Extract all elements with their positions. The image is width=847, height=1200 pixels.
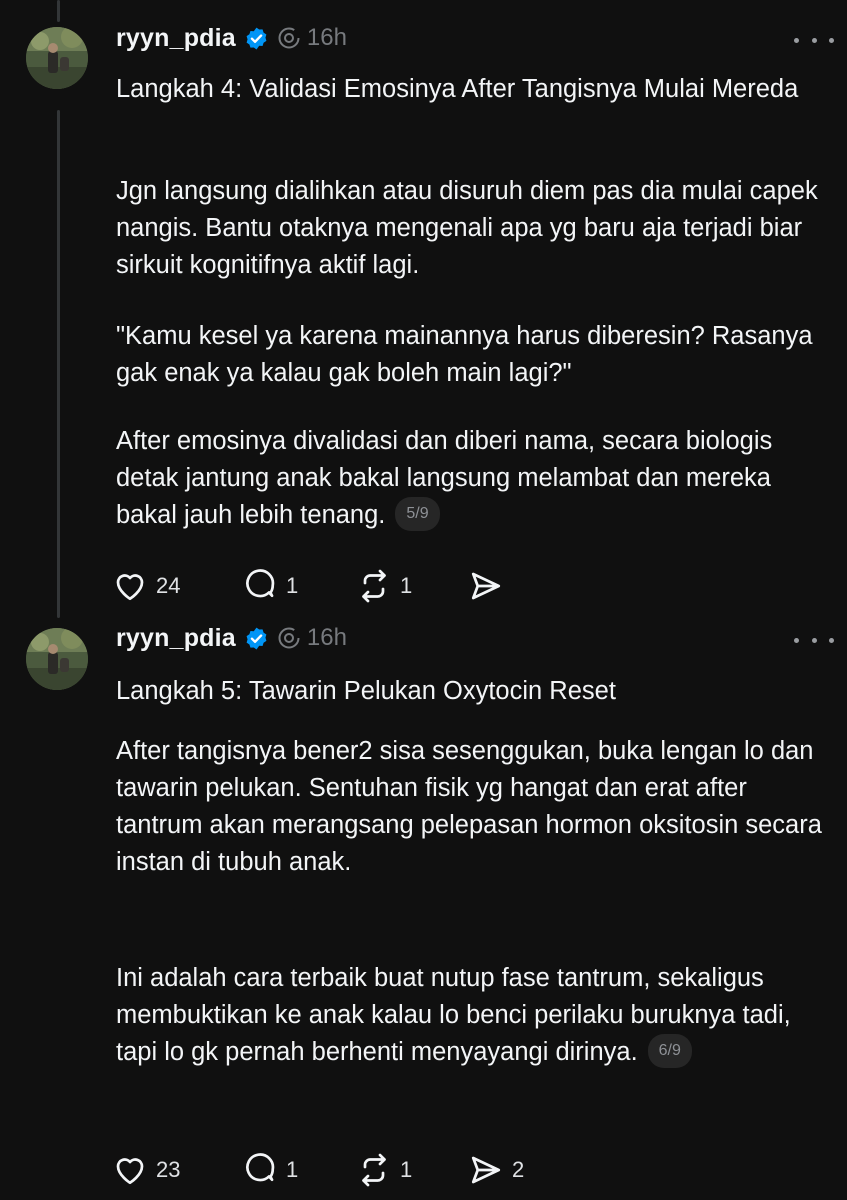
- more-dots-icon[interactable]: [794, 630, 834, 650]
- like-count: 23: [156, 1157, 181, 1182]
- repost-icon: [362, 569, 386, 603]
- like-button[interactable]: 24: [112, 566, 180, 606]
- post-title: Langkah 5: Tawarin Pelukan Oxytocin Rese…: [116, 677, 616, 705]
- share-count: 2: [512, 1157, 525, 1182]
- thread-post: ryyn_pdia 16h Langkah 5: Tawarin Pelukan…: [0, 620, 847, 1200]
- more-dots-icon[interactable]: [794, 30, 834, 50]
- share-button[interactable]: [468, 566, 512, 606]
- reply-count: 1: [286, 1157, 299, 1182]
- like-count: 24: [156, 573, 181, 598]
- post-time: 16h: [306, 24, 347, 51]
- heart-icon: [116, 1158, 144, 1185]
- repost-count: 1: [400, 1157, 413, 1182]
- post-paragraph-last: After emosinya divalidasi dan diberi nam…: [116, 423, 836, 534]
- reply-button[interactable]: 1: [242, 566, 298, 606]
- post-header: ryyn_pdia 16h: [116, 21, 347, 55]
- post-time: 16h: [306, 624, 347, 651]
- repost-icon: [362, 1153, 386, 1187]
- comment-icon: [246, 1153, 275, 1182]
- post-paragraph: After tangisnya bener2 sisa sesenggukan,…: [116, 737, 822, 876]
- username[interactable]: ryyn_pdia: [116, 624, 236, 653]
- post-paragraph: "Kamu kesel ya karena mainannya harus di…: [116, 322, 813, 387]
- send-icon: [471, 572, 501, 600]
- comment-icon: [246, 569, 275, 598]
- reply-button[interactable]: 1: [242, 1150, 298, 1190]
- verified-check-icon: [244, 26, 269, 51]
- page-badge: 6/9: [647, 1034, 692, 1069]
- thread-post: ryyn_pdia 16h Langkah 4: Validasi Emosin…: [0, 0, 847, 620]
- post-paragraph-text: After emosinya divalidasi dan diberi nam…: [116, 427, 773, 529]
- threads-logo-icon: [277, 26, 301, 50]
- share-button[interactable]: 2: [468, 1150, 524, 1190]
- threads-logo-icon: [277, 626, 301, 650]
- action-bar: 24 1 1: [112, 566, 832, 606]
- page-badge: 5/9: [395, 497, 440, 532]
- repost-count: 1: [400, 573, 413, 598]
- avatar[interactable]: [26, 27, 88, 89]
- repost-button[interactable]: 1: [356, 566, 412, 606]
- post-paragraph-last: Ini adalah cara terbaik buat nutup fase …: [116, 960, 836, 1071]
- post-title: Langkah 4: Validasi Emosinya After Tangi…: [116, 75, 799, 103]
- username[interactable]: ryyn_pdia: [116, 24, 236, 53]
- like-button[interactable]: 23: [112, 1150, 180, 1190]
- post-paragraph: Jgn langsung dialihkan atau disuruh diem…: [116, 177, 818, 279]
- post-header: ryyn_pdia 16h: [116, 621, 347, 655]
- repost-button[interactable]: 1: [356, 1150, 412, 1190]
- reply-count: 1: [286, 573, 299, 598]
- action-bar: 23 1 1 2: [112, 1150, 832, 1190]
- verified-check-icon: [244, 626, 269, 651]
- avatar[interactable]: [26, 628, 88, 690]
- send-icon: [471, 1156, 501, 1184]
- heart-icon: [116, 574, 144, 601]
